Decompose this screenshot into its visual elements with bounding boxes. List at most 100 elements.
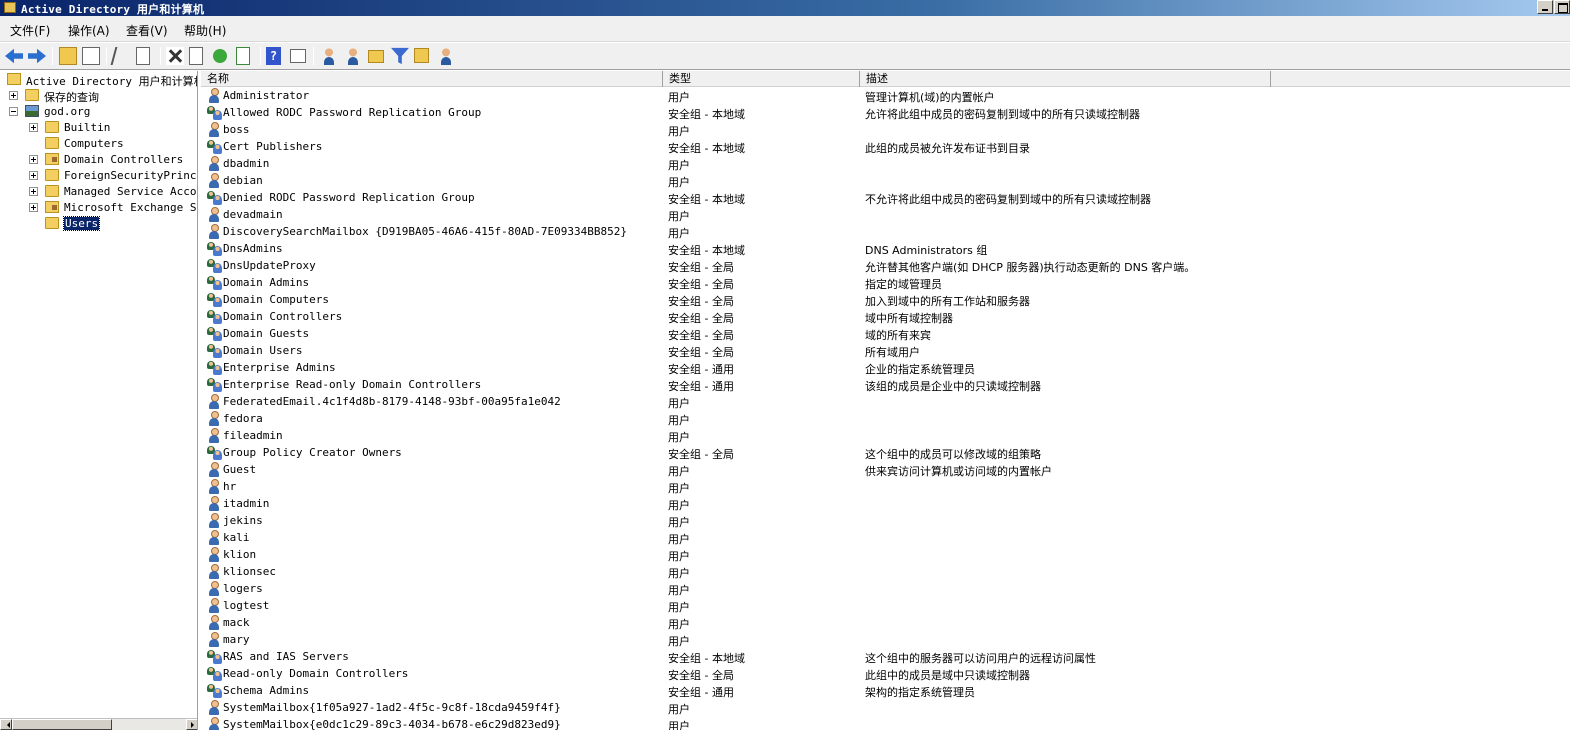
cell-name: Denied RODC Password Replication Group <box>223 191 475 204</box>
expand-icon[interactable] <box>29 123 38 132</box>
tree-item[interactable]: Microsoft Exchange Sec <box>0 200 197 216</box>
table-row[interactable]: jekins 用户 <box>201 512 1570 529</box>
tree-item[interactable]: Managed Service Accour <box>0 184 197 200</box>
cell-name: mary <box>223 633 250 646</box>
table-row[interactable]: logers 用户 <box>201 580 1570 597</box>
table-row[interactable]: Enterprise Admins 安全组 - 通用 企业的指定系统管理员 <box>201 359 1570 376</box>
menu-file[interactable]: 文件(F) <box>10 22 50 39</box>
filter-icon[interactable] <box>391 47 409 65</box>
tree-item[interactable]: Domain Controllers <box>0 152 197 168</box>
table-row[interactable]: boss 用户 <box>201 121 1570 138</box>
scroll-right-button[interactable] <box>186 719 197 730</box>
table-row[interactable]: Schema Admins 安全组 - 通用 架构的指定系统管理员 <box>201 682 1570 699</box>
table-row[interactable]: dbadmin 用户 <box>201 155 1570 172</box>
table-row[interactable]: Domain Controllers 安全组 - 全局 域中所有域控制器 <box>201 308 1570 325</box>
new-ou-icon[interactable] <box>368 50 384 63</box>
table-row[interactable]: fedora 用户 <box>201 410 1570 427</box>
table-row[interactable]: itadmin 用户 <box>201 495 1570 512</box>
table-row[interactable]: mary 用户 <box>201 631 1570 648</box>
forward-icon[interactable] <box>28 48 46 64</box>
table-row[interactable]: Guest 用户 供来宾访问计算机或访问域的内置帐户 <box>201 461 1570 478</box>
properties-icon[interactable] <box>189 47 203 65</box>
column-header-name[interactable]: 名称 <box>201 71 663 87</box>
table-row[interactable]: Read-only Domain Controllers 安全组 - 全局 此组中的… <box>201 665 1570 682</box>
table-row[interactable]: hr 用户 <box>201 478 1570 495</box>
scroll-left-button[interactable] <box>0 719 12 730</box>
expand-icon[interactable] <box>9 91 18 100</box>
table-row[interactable]: fileadmin 用户 <box>201 427 1570 444</box>
menu-action[interactable]: 操作(A) <box>68 22 110 39</box>
tree-item[interactable]: god.org <box>0 104 197 120</box>
table-row[interactable]: DnsAdmins 安全组 - 本地域 DNS Administrators 组 <box>201 240 1570 257</box>
tree-item[interactable]: Computers <box>0 136 197 152</box>
tree-horizontal-scrollbar[interactable] <box>0 718 197 730</box>
table-row[interactable]: DnsUpdateProxy 安全组 - 全局 允许替其他客户端(如 DHCP 服务… <box>201 257 1570 274</box>
expand-icon[interactable] <box>29 155 38 164</box>
find-icon[interactable] <box>414 48 429 63</box>
up-folder-icon[interactable] <box>59 47 77 65</box>
table-row[interactable]: Group Policy Creator Owners 安全组 - 全局 这个组中的… <box>201 444 1570 461</box>
tree-item[interactable]: ForeignSecurityPrincip <box>0 168 198 184</box>
details-icon[interactable] <box>290 49 306 63</box>
expand-icon[interactable] <box>29 203 38 212</box>
help-icon[interactable]: ? <box>266 47 281 65</box>
cell-type: 用户 <box>668 635 690 648</box>
collapse-icon[interactable] <box>9 107 18 116</box>
group-icon <box>206 683 222 698</box>
tree-item-label: ForeignSecurityPrincip <box>64 169 198 182</box>
table-row[interactable]: DiscoverySearchMailbox {D919BA05-46A6-41… <box>201 223 1570 240</box>
add-to-group-icon[interactable] <box>437 47 455 65</box>
cell-description: 这个组中的成员可以修改域的组策略 <box>865 448 1041 461</box>
cut-icon[interactable] <box>110 47 124 65</box>
cell-type: 安全组 - 通用 <box>668 380 734 393</box>
show-tree-icon[interactable] <box>82 47 100 65</box>
table-row[interactable]: Denied RODC Password Replication Group 安全… <box>201 189 1570 206</box>
group-icon <box>206 139 222 154</box>
expand-icon[interactable] <box>29 187 38 196</box>
menu-view[interactable]: 查看(V) <box>126 22 168 39</box>
cell-name: DnsAdmins <box>223 242 283 255</box>
table-row[interactable]: Domain Computers 安全组 - 全局 加入到域中的所有工作站和服务器 <box>201 291 1570 308</box>
table-row[interactable]: devadmain 用户 <box>201 206 1570 223</box>
tree-item[interactable]: Users <box>0 216 197 232</box>
tree-item[interactable]: Active Directory 用户和计算机 <box>0 72 197 88</box>
tree-item[interactable]: 保存的查询 <box>0 88 197 104</box>
table-row[interactable]: mack 用户 <box>201 614 1570 631</box>
copy-icon[interactable] <box>136 47 150 65</box>
table-row[interactable]: SystemMailbox{1f05a927-1ad2-4f5c-9c8f-18… <box>201 699 1570 716</box>
back-icon[interactable] <box>5 48 23 64</box>
table-row[interactable]: RAS and IAS Servers 安全组 - 本地域 这个组中的服务器可以访问… <box>201 648 1570 665</box>
export-icon[interactable] <box>236 47 250 65</box>
scroll-thumb[interactable] <box>12 719 112 730</box>
cell-type: 用户 <box>668 91 690 104</box>
table-row[interactable]: kali 用户 <box>201 529 1570 546</box>
table-row[interactable]: debian 用户 <box>201 172 1570 189</box>
table-row[interactable]: Cert Publishers 安全组 - 本地域 此组的成员被允许发布证书到目录 <box>201 138 1570 155</box>
table-row[interactable]: Administrator 用户 管理计算机(域)的内置帐户 <box>201 87 1570 104</box>
table-row[interactable]: SystemMailbox{e0dc1c29-89c3-4034-b678-e6… <box>201 716 1570 730</box>
table-row[interactable]: Allowed RODC Password Replication Group 安… <box>201 104 1570 121</box>
tree-item[interactable]: Builtin <box>0 120 197 136</box>
new-user-icon[interactable] <box>320 47 338 65</box>
new-group-icon[interactable] <box>344 47 362 65</box>
table-row[interactable]: Domain Admins 安全组 - 全局 指定的域管理员 <box>201 274 1570 291</box>
column-header-description[interactable]: 描述 <box>860 71 1271 87</box>
maximize-button[interactable] <box>1554 0 1570 14</box>
table-row[interactable]: Enterprise Read-only Domain Controllers 安… <box>201 376 1570 393</box>
user-icon <box>206 581 222 596</box>
delete-icon[interactable] <box>166 47 184 65</box>
user-icon <box>206 564 222 579</box>
minimize-button[interactable] <box>1537 0 1553 14</box>
table-row[interactable]: FederatedEmail.4c1f4d8b-8179-4148-93bf-0… <box>201 393 1570 410</box>
cell-name: klion <box>223 548 257 561</box>
cell-name: Schema Admins <box>223 684 310 697</box>
table-row[interactable]: Domain Users 安全组 - 全局 所有域用户 <box>201 342 1570 359</box>
refresh-icon[interactable] <box>213 49 227 63</box>
table-row[interactable]: Domain Guests 安全组 - 全局 域的所有来宾 <box>201 325 1570 342</box>
column-header-type[interactable]: 类型 <box>663 71 860 87</box>
table-row[interactable]: logtest 用户 <box>201 597 1570 614</box>
table-row[interactable]: klion 用户 <box>201 546 1570 563</box>
expand-icon[interactable] <box>29 171 38 180</box>
menu-help[interactable]: 帮助(H) <box>184 22 226 39</box>
table-row[interactable]: klionsec 用户 <box>201 563 1570 580</box>
